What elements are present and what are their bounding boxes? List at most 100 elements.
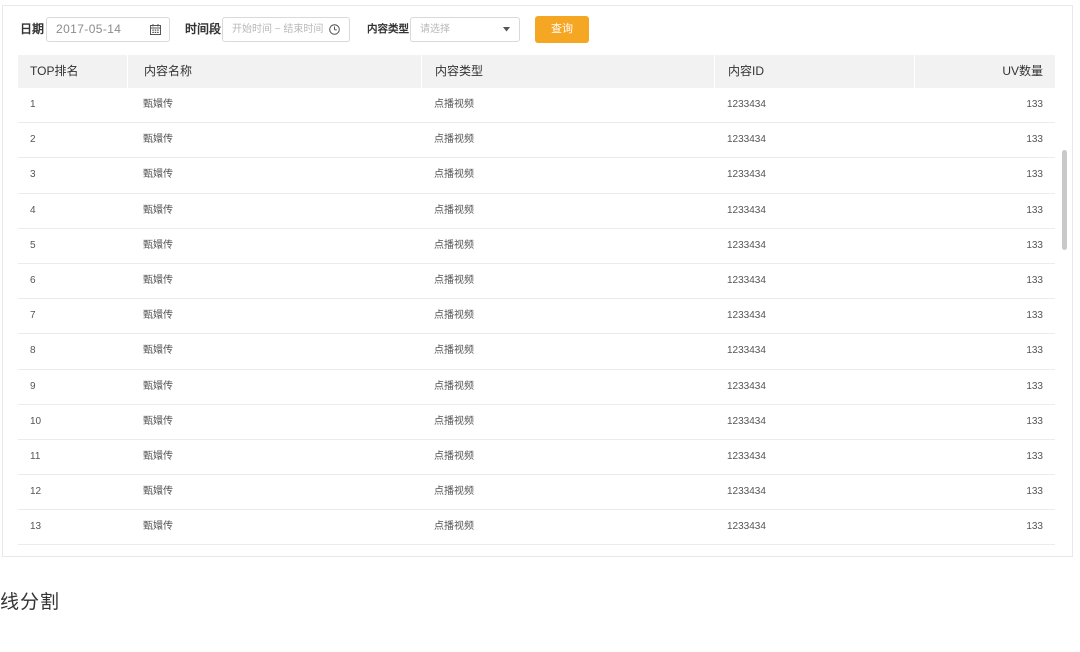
content-type-placeholder: 请选择: [420, 24, 450, 35]
cell-name: 甄嬛传: [143, 274, 173, 286]
section-title: 线分割: [0, 592, 61, 613]
cell-id: 1233434: [727, 274, 766, 286]
cell-id: 1233434: [727, 169, 766, 181]
time-range-input[interactable]: 开始时间 ~ 结束时间: [222, 17, 350, 42]
time-range-label: 时间段: [185, 22, 222, 36]
cell-type: 点播视频: [434, 204, 474, 216]
cell-name: 甄嬛传: [143, 380, 173, 392]
table-row[interactable]: 12 甄嬛传 点播视频 1233434 133: [18, 475, 1055, 511]
table-row[interactable]: 13 甄嬛传 点播视频 1233434 133: [18, 510, 1055, 546]
date-value: 2017-05-14: [56, 22, 122, 36]
cell-uv: 133: [1026, 450, 1043, 462]
cell-name: 甄嬛传: [143, 310, 173, 322]
cell-uv: 133: [1026, 310, 1043, 322]
cell-type: 点播视频: [434, 380, 474, 392]
cell-name: 甄嬛传: [143, 521, 173, 533]
cell-rank: 7: [30, 310, 36, 322]
table-row[interactable]: 4 甄嬛传 点播视频 1233434 133: [18, 194, 1055, 229]
table-row[interactable]: 3 甄嬛传 点播视频 1233434 133: [18, 158, 1055, 194]
table-row[interactable]: 10 甄嬛传 点播视频 1233434 133: [18, 405, 1055, 440]
table-row[interactable]: 2 甄嬛传 点播视频 1233434 133: [18, 123, 1055, 159]
cell-rank: 4: [30, 204, 36, 216]
cell-uv: 133: [1026, 415, 1043, 427]
cell-rank: 3: [30, 169, 36, 181]
cell-name: 甄嬛传: [143, 415, 173, 427]
date-label: 日期: [20, 22, 45, 36]
cell-type: 点播视频: [434, 274, 474, 286]
cell-uv: 133: [1026, 204, 1043, 216]
cell-uv: 133: [1026, 345, 1043, 357]
cell-id: 1233434: [727, 486, 766, 498]
cell-uv: 133: [1026, 486, 1043, 498]
table-body: 1 甄嬛传 点播视频 1233434 133 2 甄嬛传 点播视频 1233434 133 3 甄嬛传…: [18, 88, 1055, 546]
cell-id: 1233434: [727, 310, 766, 322]
cell-id: 1233434: [727, 204, 766, 216]
cell-rank: 9: [30, 380, 36, 392]
calendar-icon: [150, 24, 161, 35]
cell-uv: 133: [1026, 134, 1043, 146]
cell-id: 1233434: [727, 380, 766, 392]
cell-rank: 11: [30, 450, 41, 462]
cell-id: 1233434: [727, 239, 766, 251]
column-header-id[interactable]: 内容ID: [714, 55, 914, 88]
cell-rank: 13: [30, 521, 42, 533]
cell-id: 1233434: [727, 134, 766, 146]
table-row[interactable]: 1 甄嬛传 点播视频 1233434 133: [18, 88, 1055, 124]
cell-name: 甄嬛传: [143, 204, 173, 216]
table-header: TOP排名 内容名称 内容类型 内容ID UV数量: [18, 55, 1055, 88]
cell-type: 点播视频: [434, 415, 474, 427]
cell-type: 点播视频: [434, 450, 474, 462]
cell-type: 点播视频: [434, 99, 474, 110]
cell-id: 1233434: [727, 345, 766, 357]
table-row[interactable]: 7 甄嬛传 点播视频 1233434 133: [18, 299, 1055, 335]
date-picker-input[interactable]: 2017-05-14: [46, 17, 170, 42]
column-header-rank[interactable]: TOP排名: [18, 55, 127, 88]
cell-name: 甄嬛传: [143, 99, 173, 110]
cell-type: 点播视频: [434, 169, 474, 181]
cell-id: 1233434: [727, 521, 766, 533]
cell-type: 点播视频: [434, 134, 474, 146]
cell-rank: 2: [30, 134, 36, 146]
cell-rank: 5: [30, 239, 36, 251]
cell-name: 甄嬛传: [143, 169, 173, 181]
cell-uv: 133: [1026, 99, 1043, 110]
table-row[interactable]: 11 甄嬛传 点播视频 1233434 133: [18, 440, 1055, 476]
cell-uv: 133: [1026, 380, 1043, 392]
cell-id: 1233434: [727, 415, 766, 427]
cell-rank: 1: [30, 99, 36, 110]
cell-rank: 6: [30, 274, 36, 286]
cell-id: 1233434: [727, 99, 766, 110]
cell-name: 甄嬛传: [143, 134, 173, 146]
cell-name: 甄嬛传: [143, 345, 173, 357]
cell-name: 甄嬛传: [143, 486, 173, 498]
caret-down-icon: [503, 27, 510, 32]
cell-name: 甄嬛传: [143, 450, 173, 462]
cell-rank: 10: [30, 415, 42, 427]
cell-uv: 133: [1026, 169, 1043, 181]
query-button[interactable]: 查询: [535, 16, 589, 43]
cell-rank: 8: [30, 345, 36, 357]
column-header-uv[interactable]: UV数量: [914, 55, 1055, 88]
cell-type: 点播视频: [434, 310, 474, 322]
table-row[interactable]: 8 甄嬛传 点播视频 1233434 133: [18, 334, 1055, 370]
cell-type: 点播视频: [434, 521, 474, 533]
cell-rank: 12: [30, 486, 42, 498]
report-panel: 日期 2017-05-14 时间段 开始时间 ~ 结束时间 内容类型 请选择 查…: [2, 5, 1073, 557]
cell-type: 点播视频: [434, 239, 474, 251]
content-type-select[interactable]: 请选择: [410, 17, 520, 42]
cell-uv: 133: [1026, 239, 1043, 251]
cell-uv: 133: [1026, 521, 1043, 533]
table-row[interactable]: 9 甄嬛传 点播视频 1233434 133: [18, 370, 1055, 405]
column-header-type[interactable]: 内容类型: [421, 55, 714, 88]
table-row[interactable]: 5 甄嬛传 点播视频 1233434 133: [18, 229, 1055, 264]
clock-icon: [329, 24, 340, 35]
cell-uv: 133: [1026, 274, 1043, 286]
table-scrollbar[interactable]: [1062, 150, 1067, 250]
cell-type: 点播视频: [434, 345, 474, 357]
time-range-placeholder: 开始时间 ~ 结束时间: [232, 24, 324, 35]
cell-name: 甄嬛传: [143, 239, 173, 251]
cell-type: 点播视频: [434, 486, 474, 498]
content-type-label: 内容类型: [367, 23, 409, 35]
column-header-name[interactable]: 内容名称: [127, 55, 421, 88]
table-row[interactable]: 6 甄嬛传 点播视频 1233434 133: [18, 264, 1055, 300]
